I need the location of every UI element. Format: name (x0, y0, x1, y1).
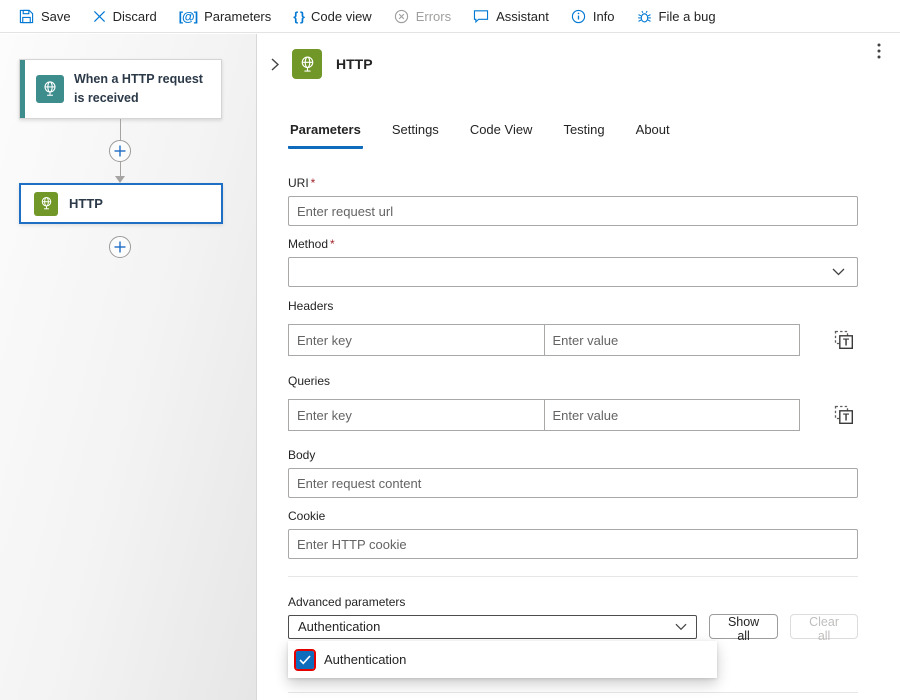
action-card-title: HTTP (69, 196, 103, 211)
code-view-label: Code view (311, 9, 372, 24)
advanced-parameters-combobox[interactable]: Authentication (288, 615, 697, 639)
body-label: Body (288, 448, 858, 462)
panel-bottom-divider (288, 692, 858, 693)
tab-parameters[interactable]: Parameters (288, 122, 363, 149)
connector-arrow (115, 176, 125, 183)
parameters-button[interactable]: [@] Parameters (168, 0, 283, 32)
required-asterisk: * (311, 176, 316, 190)
headers-label: Headers (288, 299, 858, 313)
discard-label: Discard (113, 9, 157, 24)
headers-value-input[interactable] (544, 324, 801, 356)
required-asterisk: * (330, 237, 335, 251)
queries-text-mode-toggle[interactable]: T (834, 405, 854, 425)
http-request-trigger-icon (36, 75, 64, 103)
trigger-card-title: When a HTTP request is received (74, 70, 213, 108)
file-a-bug-button[interactable]: File a bug (626, 0, 727, 32)
save-icon (19, 9, 34, 24)
vertical-ellipsis-icon (877, 43, 881, 59)
logic-apps-designer: Save Discard [@] Parameters { } Code vie… (0, 0, 900, 700)
body-field-group: Body (288, 448, 858, 498)
add-action-button-bottom[interactable] (109, 236, 131, 258)
uri-input[interactable] (288, 196, 858, 226)
plus-icon (114, 241, 126, 253)
parameters-icon: [@] (179, 9, 197, 24)
info-button[interactable]: Info (560, 0, 626, 32)
method-label: Method* (288, 237, 858, 251)
errors-label: Errors (416, 9, 451, 24)
queries-value-input[interactable] (544, 399, 801, 431)
parameters-form: URI* Method* Headers T (288, 176, 858, 639)
parameters-label: Parameters (204, 9, 271, 24)
combobox-value: Authentication (298, 619, 380, 634)
cookie-input[interactable] (288, 529, 858, 559)
uri-label: URI* (288, 176, 858, 190)
bug-icon (637, 9, 652, 24)
body-input[interactable] (288, 468, 858, 498)
workflow-canvas[interactable]: When a HTTP request is received HTTP (0, 34, 257, 700)
connector-line (120, 119, 121, 140)
chevron-down-icon (832, 268, 845, 276)
chevron-right-icon (271, 58, 279, 71)
advanced-parameters-row: Authentication Show all Clear all Authen… (288, 614, 858, 639)
assistant-button[interactable]: Assistant (462, 0, 560, 32)
save-button[interactable]: Save (8, 0, 82, 32)
info-label: Info (593, 9, 615, 24)
text-mode-glyph: T (843, 413, 849, 424)
text-mode-icon: T (834, 330, 854, 350)
panel-title: HTTP (336, 56, 373, 72)
trigger-accent-bar (20, 60, 25, 118)
checkmark-icon (299, 655, 311, 665)
http-panel-icon (292, 49, 322, 79)
tab-code-view[interactable]: Code View (468, 122, 535, 149)
action-card-http[interactable]: HTTP (19, 183, 223, 224)
method-field-group: Method* (288, 237, 858, 287)
collapse-panel-button[interactable] (264, 53, 286, 75)
clear-all-button: Clear all (790, 614, 858, 639)
assistant-label: Assistant (496, 9, 549, 24)
show-all-button[interactable]: Show all (709, 614, 778, 639)
operation-panel: HTTP Parameters Settings Code View Testi… (258, 34, 900, 700)
uri-field-group: URI* (288, 176, 858, 226)
code-view-button[interactable]: { } Code view (282, 0, 382, 32)
authentication-option-label[interactable]: Authentication (324, 652, 406, 667)
designer-toolbar: Save Discard [@] Parameters { } Code vie… (0, 0, 900, 33)
tab-testing[interactable]: Testing (561, 122, 606, 149)
chevron-down-icon (675, 623, 687, 631)
advanced-parameters-dropdown: Authentication (288, 641, 717, 678)
connector-line (120, 162, 121, 177)
queries-label: Queries (288, 374, 858, 388)
more-options-button[interactable] (868, 38, 890, 64)
queries-field-group: Queries T (288, 374, 858, 431)
headers-text-mode-toggle[interactable]: T (834, 330, 854, 350)
queries-key-input[interactable] (288, 399, 545, 431)
errors-button: Errors (383, 0, 462, 32)
tab-settings[interactable]: Settings (390, 122, 441, 149)
section-divider (288, 576, 858, 577)
discard-button[interactable]: Discard (82, 0, 168, 32)
code-view-icon: { } (293, 9, 304, 24)
headers-field-group: Headers T (288, 299, 858, 356)
file-a-bug-label: File a bug (659, 9, 716, 24)
errors-icon (394, 9, 409, 24)
panel-tabs: Parameters Settings Code View Testing Ab… (288, 122, 672, 149)
http-action-icon (34, 192, 58, 216)
save-label: Save (41, 9, 71, 24)
info-icon (571, 9, 586, 24)
text-mode-glyph: T (843, 338, 849, 349)
panel-header: HTTP (264, 46, 894, 82)
method-dropdown[interactable] (288, 257, 858, 287)
advanced-parameters-label: Advanced parameters (288, 595, 858, 609)
trigger-card-http-request[interactable]: When a HTTP request is received (19, 59, 222, 119)
assistant-icon (473, 9, 489, 23)
tab-about[interactable]: About (634, 122, 672, 149)
discard-icon (93, 10, 106, 23)
authentication-checkbox[interactable] (296, 651, 314, 669)
headers-key-input[interactable] (288, 324, 545, 356)
cookie-field-group: Cookie (288, 509, 858, 559)
plus-icon (114, 145, 126, 157)
add-action-button-top[interactable] (109, 140, 131, 162)
text-mode-icon: T (834, 405, 854, 425)
cookie-label: Cookie (288, 509, 858, 523)
